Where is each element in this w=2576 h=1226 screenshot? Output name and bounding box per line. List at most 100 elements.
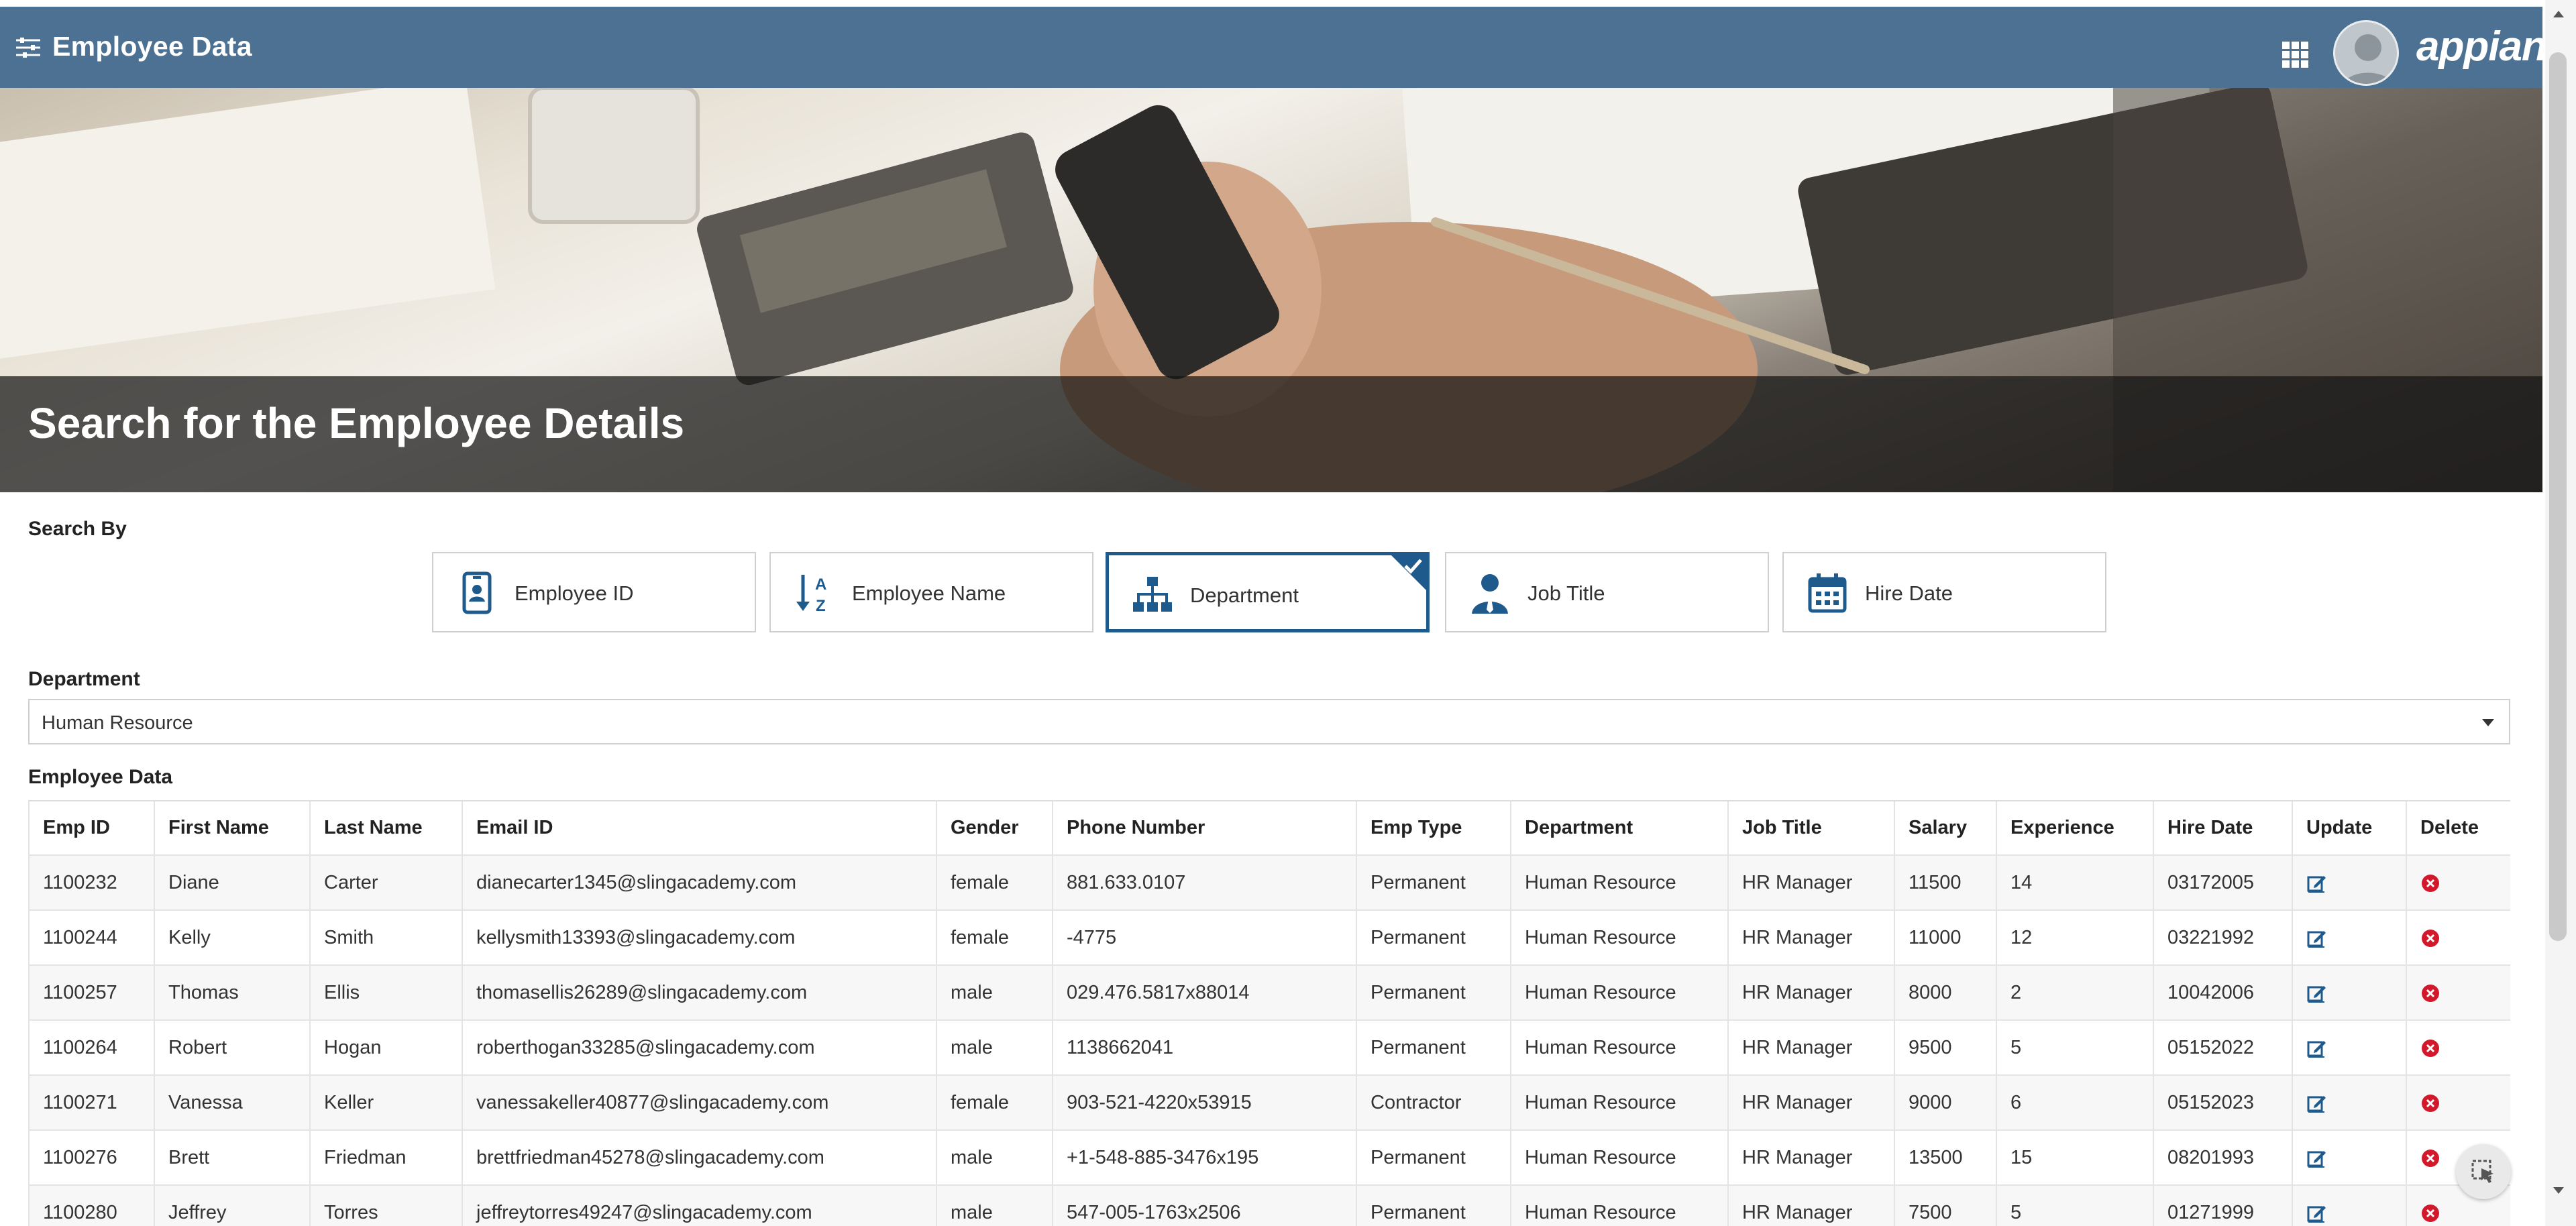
cell-job-title: HR Manager [1728, 1130, 1895, 1186]
edit-icon[interactable] [2306, 928, 2326, 948]
cell-hire-date: 03172005 [2153, 855, 2293, 911]
cell-first-name: Jeffrey [154, 1185, 311, 1226]
edit-icon[interactable] [2306, 1038, 2326, 1058]
cell-hire-date: 10042006 [2153, 965, 2293, 1021]
user-silhouette-icon [2343, 34, 2393, 84]
table-header-row: Emp ID First Name Last Name Email ID Gen… [28, 801, 2510, 856]
apps-grid-icon[interactable] [2282, 42, 2309, 68]
search-option-job-title[interactable]: Job Title [1445, 552, 1769, 632]
cell-experience: 12 [1996, 910, 2154, 966]
cell-department: Human Resource [1511, 1020, 1729, 1076]
cell-update [2292, 1130, 2407, 1186]
scroll-down-arrow-icon[interactable] [2551, 1182, 2567, 1198]
cell-salary: 9000 [1894, 1075, 1997, 1131]
edit-icon[interactable] [2306, 873, 2326, 893]
scroll-up-arrow-icon[interactable] [2551, 7, 2567, 23]
delete-circle-icon[interactable] [2420, 873, 2440, 893]
cell-emp-type: Permanent [1356, 1020, 1511, 1076]
search-option-label: Department [1190, 583, 1299, 607]
table-row: 1100271 Vanessa Keller vanessakeller40877@s… [28, 1075, 2510, 1131]
delete-circle-icon[interactable] [2420, 1093, 2440, 1113]
search-by-label: Search By [28, 518, 127, 540]
cell-email: brettfriedman45278@slingacademy.com [462, 1130, 937, 1186]
column-header-phone[interactable]: Phone Number [1053, 801, 1357, 856]
column-header-email[interactable]: Email ID [462, 801, 937, 856]
cell-emp-type: Permanent [1356, 1130, 1511, 1186]
column-header-hire-date[interactable]: Hire Date [2153, 801, 2293, 856]
delete-circle-icon[interactable] [2420, 983, 2440, 1003]
cell-salary: 8000 [1894, 965, 1997, 1021]
floating-action-button[interactable] [2456, 1144, 2511, 1199]
app-title: Employee Data [52, 31, 252, 62]
cell-update [2292, 855, 2407, 911]
edit-icon[interactable] [2306, 1093, 2326, 1113]
cell-department: Human Resource [1511, 1075, 1729, 1131]
cell-last-name: Ellis [310, 965, 463, 1021]
column-header-department[interactable]: Department [1511, 801, 1729, 856]
table-row: 1100264 Robert Hogan roberthogan33285@sling… [28, 1020, 2510, 1076]
cell-phone: 029.476.5817x88014 [1053, 965, 1357, 1021]
org-chart-icon [1133, 577, 1172, 612]
cell-hire-date: 08201993 [2153, 1130, 2293, 1186]
search-option-employee-name[interactable]: A Z Employee Name [769, 552, 1093, 632]
cell-gender: male [936, 1130, 1053, 1186]
column-header-first-name[interactable]: First Name [154, 801, 311, 856]
cell-emp-type: Permanent [1356, 855, 1511, 911]
cell-department: Human Resource [1511, 965, 1729, 1021]
cell-last-name: Smith [310, 910, 463, 966]
cell-department: Human Resource [1511, 855, 1729, 911]
search-option-employee-id[interactable]: Employee ID [432, 552, 756, 632]
cell-update [2292, 1185, 2407, 1226]
user-avatar[interactable] [2333, 20, 2399, 86]
cell-emp-type: Permanent [1356, 910, 1511, 966]
edit-icon[interactable] [2306, 1203, 2326, 1223]
edit-icon[interactable] [2306, 983, 2326, 1003]
cell-salary: 11000 [1894, 910, 1997, 966]
cell-emp-type: Permanent [1356, 1185, 1511, 1226]
cell-emp-id: 1100244 [28, 910, 155, 966]
delete-circle-icon[interactable] [2420, 928, 2440, 948]
search-option-hire-date[interactable]: Hire Date [1782, 552, 2106, 632]
cell-delete [2406, 855, 2510, 911]
column-header-gender[interactable]: Gender [936, 801, 1053, 856]
cell-update [2292, 1020, 2407, 1076]
edit-icon[interactable] [2306, 1148, 2326, 1168]
scrollbar-thumb[interactable] [2549, 52, 2567, 941]
cell-email: vanessakeller40877@slingacademy.com [462, 1075, 937, 1131]
cell-delete [2406, 1075, 2510, 1131]
hero-banner: Search for the Employee Details [0, 88, 2542, 492]
delete-circle-icon[interactable] [2420, 1038, 2440, 1058]
calendar-icon [1808, 573, 1847, 613]
menu-sliders-icon[interactable] [15, 37, 42, 58]
cell-hire-date: 05152023 [2153, 1075, 2293, 1131]
cell-emp-id: 1100257 [28, 965, 155, 1021]
cell-job-title: HR Manager [1728, 1075, 1895, 1131]
cell-gender: female [936, 910, 1053, 966]
column-header-salary[interactable]: Salary [1894, 801, 1997, 856]
column-header-job-title[interactable]: Job Title [1728, 801, 1895, 856]
cell-update [2292, 965, 2407, 1021]
cell-hire-date: 01271999 [2153, 1185, 2293, 1226]
cell-last-name: Carter [310, 855, 463, 911]
svg-text:Z: Z [816, 597, 826, 615]
cell-hire-date: 03221992 [2153, 910, 2293, 966]
chevron-down-icon [2482, 719, 2494, 726]
column-header-emp-type[interactable]: Emp Type [1356, 801, 1511, 856]
department-select[interactable]: Human Resource [28, 699, 2510, 744]
cell-experience: 2 [1996, 965, 2154, 1021]
delete-circle-icon[interactable] [2420, 1148, 2440, 1168]
column-header-experience[interactable]: Experience [1996, 801, 2154, 856]
sort-alpha-icon: A Z [796, 575, 826, 615]
table-row: 1100276 Brett Friedman brettfriedman45278@s… [28, 1130, 2510, 1186]
cell-experience: 6 [1996, 1075, 2154, 1131]
department-label: Department [28, 668, 140, 690]
employee-data-label: Employee Data [28, 766, 173, 788]
search-option-department[interactable]: Department [1106, 552, 1430, 632]
table-body: 1100232 Diane Carter dianecarter1345@slinga… [28, 855, 2510, 1226]
column-header-last-name[interactable]: Last Name [310, 801, 463, 856]
delete-circle-icon[interactable] [2420, 1203, 2440, 1223]
cell-first-name: Vanessa [154, 1075, 311, 1131]
column-header-emp-id[interactable]: Emp ID [28, 801, 155, 856]
cell-department: Human Resource [1511, 910, 1729, 966]
cell-salary: 7500 [1894, 1185, 1997, 1226]
